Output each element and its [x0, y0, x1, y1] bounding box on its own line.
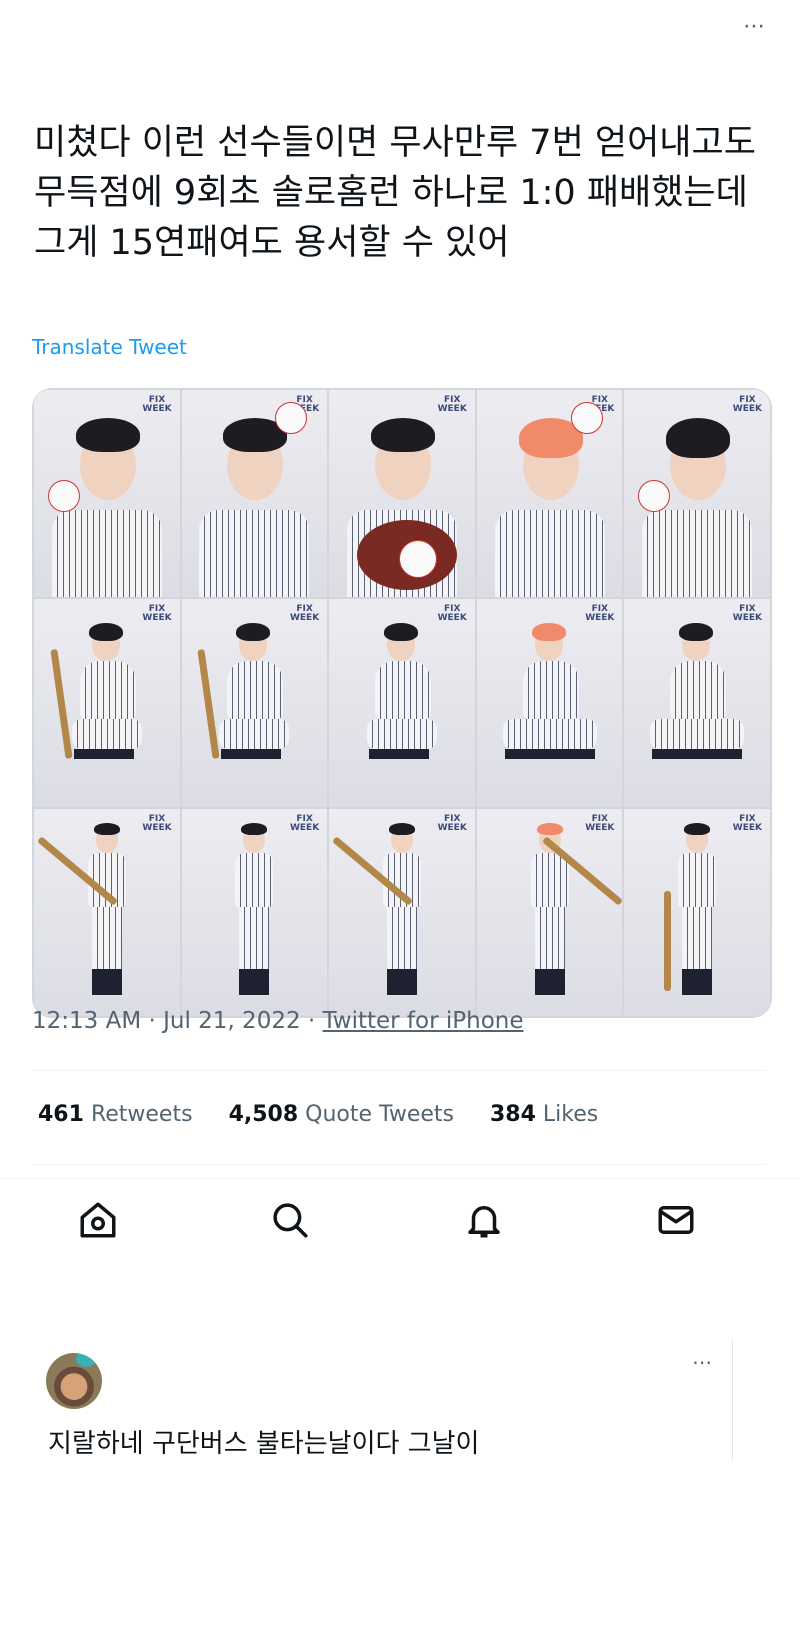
search-tab[interactable] [266, 1196, 314, 1244]
photo-card: FIXWEEK [623, 598, 771, 808]
photo-card: FIXWEEK [475, 598, 624, 808]
player-figure [209, 821, 299, 1011]
photo-card: FIXWEEK [475, 389, 624, 599]
player-figure [331, 821, 447, 1011]
more-options-icon[interactable]: ⋯ [743, 14, 766, 39]
comment-more-icon[interactable]: ⋯ [692, 1350, 712, 1374]
photo-card: FIXWEEK [623, 807, 771, 1017]
player-figure [42, 400, 172, 598]
notifications-tab[interactable] [460, 1196, 508, 1244]
messages-tab[interactable] [652, 1196, 700, 1244]
bottom-tab-bar [0, 1196, 800, 1256]
messages-icon [658, 1206, 694, 1234]
separator: · [148, 1008, 156, 1034]
photo-card: FIXWEEK [328, 389, 476, 599]
divider [32, 1164, 766, 1165]
photo-card: FIXWEEK [180, 389, 329, 599]
player-figure [505, 821, 623, 1011]
home-tab[interactable] [74, 1196, 122, 1244]
translate-tweet-link[interactable]: Translate Tweet [32, 335, 187, 359]
tweet-media-image[interactable]: FIXWEEKFIXWEEKFIXWEEKFIXWEEKFIXWEEKFIXWE… [32, 388, 772, 1018]
retweets-stat[interactable]: 461 Retweets [38, 1102, 193, 1127]
quote-tweets-count: 4,508 [228, 1102, 299, 1127]
player-figure [485, 400, 615, 598]
photo-card: FIXWEEK [33, 389, 181, 599]
divider [32, 1070, 766, 1071]
tweet-timestamp: 12:13 AM · Jul 21, 2022 · Twitter for iP… [32, 1008, 524, 1034]
photo-card: FIXWEEK [33, 598, 181, 808]
photo-card: FIXWEEK [180, 598, 329, 808]
player-figure [642, 619, 752, 789]
player-figure [652, 821, 742, 1011]
retweets-count: 461 [38, 1102, 84, 1127]
likes-label: Likes [542, 1102, 599, 1127]
divider [0, 1178, 800, 1179]
separator: · [307, 1008, 316, 1034]
photo-card: FIXWEEK [33, 807, 181, 1017]
quote-tweets-stat[interactable]: 4,508 Quote Tweets [229, 1102, 454, 1127]
player-figure [50, 619, 162, 789]
quote-tweets-label: Quote Tweets [305, 1102, 454, 1127]
tweet-time[interactable]: 12:13 AM [32, 1008, 141, 1034]
tweet-stats: 461 Retweets 4,508 Quote Tweets 384 Like… [38, 1102, 598, 1127]
player-figure [189, 400, 319, 598]
retweets-label: Retweets [90, 1102, 193, 1127]
photo-card: FIXWEEK [623, 389, 771, 599]
notifications-icon [468, 1206, 500, 1238]
photo-card: FIXWEEK [475, 807, 624, 1017]
home-icon [80, 1202, 116, 1238]
player-figure [632, 400, 762, 598]
divider [732, 1340, 733, 1460]
likes-count: 384 [489, 1102, 536, 1127]
photo-card: FIXWEEK [328, 598, 476, 808]
player-figure [495, 619, 605, 789]
player-figure [347, 619, 457, 789]
player-figure [337, 400, 467, 598]
tweet-source-link[interactable]: Twitter for iPhone [323, 1008, 524, 1034]
player-figure [36, 821, 152, 1011]
comment-text: 지랄하네 구단버스 불타는날이다 그날이 [48, 1429, 480, 1459]
avatar[interactable] [46, 1353, 102, 1409]
photo-card: FIXWEEK [180, 807, 329, 1017]
search-icon [273, 1203, 308, 1238]
tweet-date[interactable]: Jul 21, 2022 [163, 1008, 300, 1034]
photo-card: FIXWEEK [328, 807, 476, 1017]
player-figure [197, 619, 309, 789]
tweet-text: 미쳤다 이런 선수들이면 무사만루 7번 얻어내고도 무득점에 9회초 솔로홈런… [34, 123, 756, 263]
likes-stat[interactable]: 384 Likes [490, 1102, 598, 1127]
